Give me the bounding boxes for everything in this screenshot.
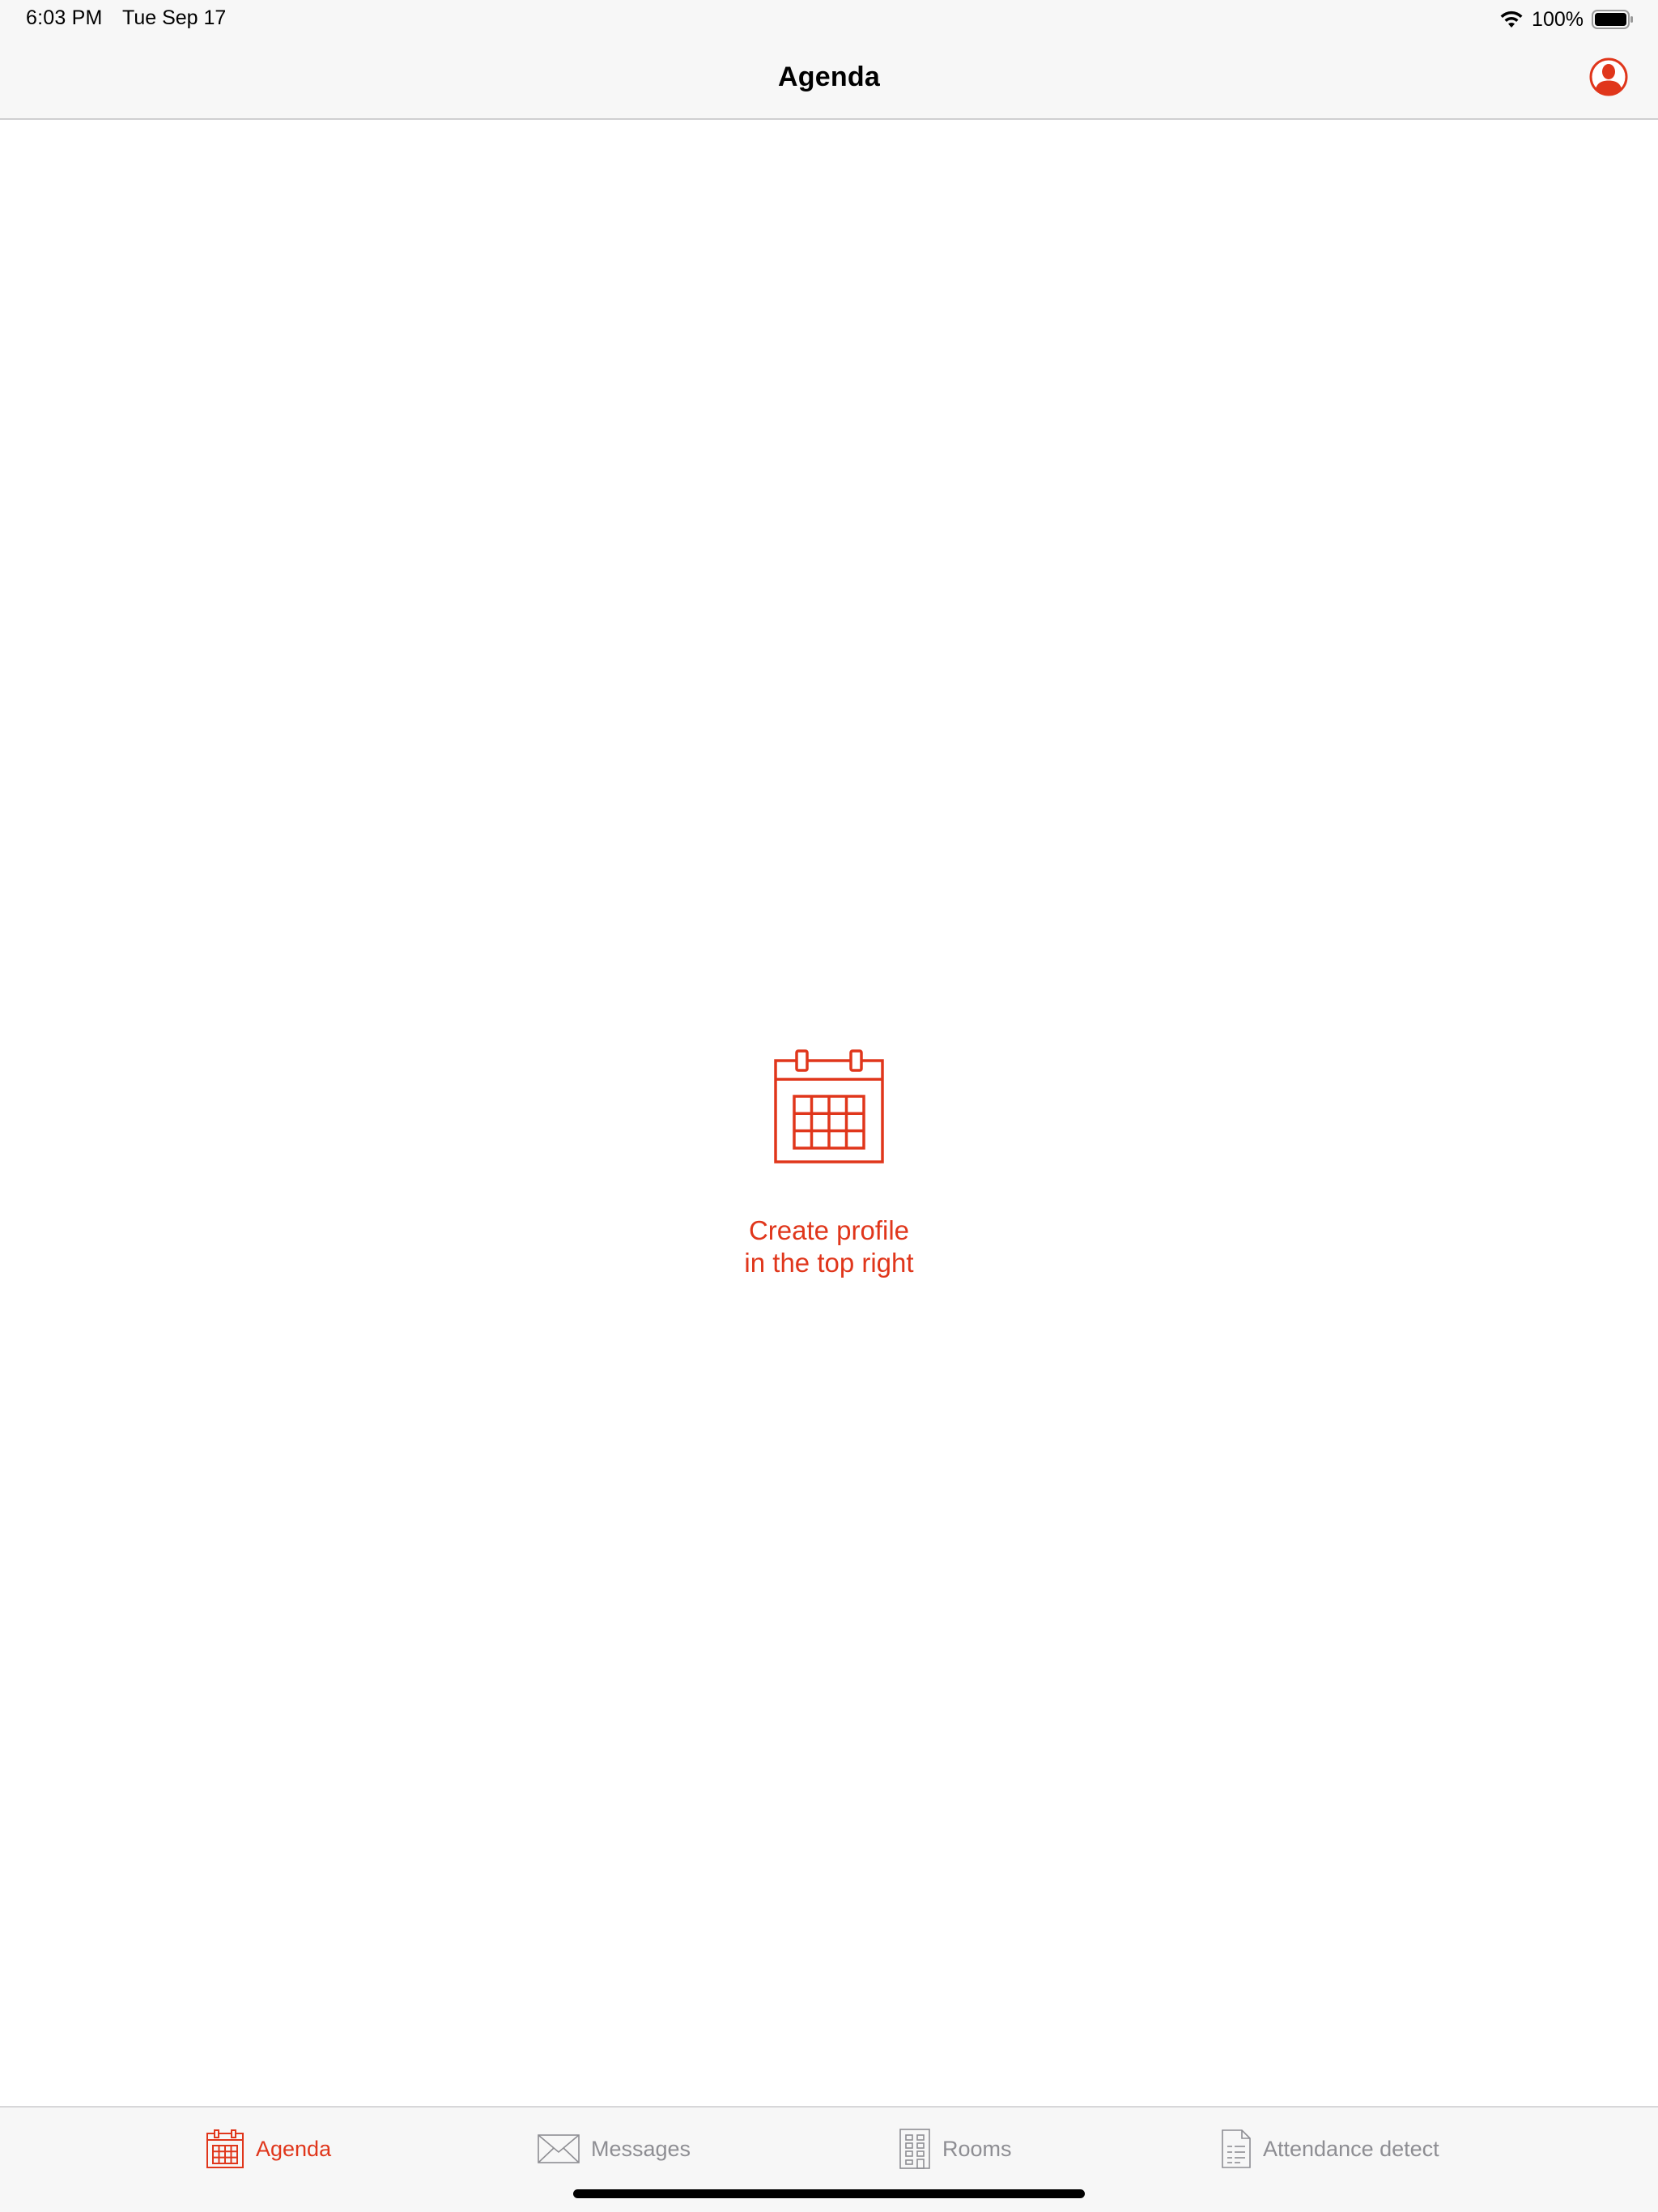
empty-state-line-2: in the top right	[744, 1248, 914, 1278]
profile-button[interactable]	[1588, 57, 1629, 97]
empty-state: Create profile in the top right	[0, 1044, 1658, 1279]
tab-agenda[interactable]: Agenda	[206, 2125, 331, 2172]
tab-rooms[interactable]: Rooms	[899, 2125, 1012, 2172]
tab-attendance-detect[interactable]: Attendance detect	[1221, 2125, 1439, 2172]
navigation-bar: Agenda	[0, 39, 1658, 120]
empty-state-line-1: Create profile	[748, 1215, 910, 1245]
tab-agenda-label: Agenda	[256, 2136, 332, 2161]
building-icon	[899, 2129, 930, 2169]
home-indicator[interactable]	[573, 2189, 1085, 2198]
tab-messages[interactable]: Messages	[538, 2125, 691, 2172]
calendar-icon	[206, 2129, 244, 2168]
status-time: 6:03 PM	[26, 6, 103, 29]
profile-icon	[1589, 57, 1628, 96]
document-icon	[1222, 2129, 1251, 2168]
envelope-icon	[538, 2134, 580, 2163]
tab-attendance-detect-label: Attendance detect	[1263, 2136, 1439, 2161]
status-bar: 6:03 PM Tue Sep 17 100%	[0, 0, 1658, 39]
status-date: Tue Sep 17	[122, 6, 227, 29]
page-title: Agenda	[778, 62, 880, 92]
tab-messages-label: Messages	[591, 2136, 691, 2161]
empty-state-message: Create profile in the top right	[0, 1214, 1658, 1279]
calendar-icon	[774, 1049, 884, 1163]
wifi-icon	[1500, 11, 1523, 28]
tab-rooms-label: Rooms	[942, 2136, 1012, 2161]
battery-percent: 100%	[1532, 7, 1584, 31]
status-indicators: 100%	[1499, 5, 1634, 34]
battery-full-icon	[1592, 10, 1633, 29]
